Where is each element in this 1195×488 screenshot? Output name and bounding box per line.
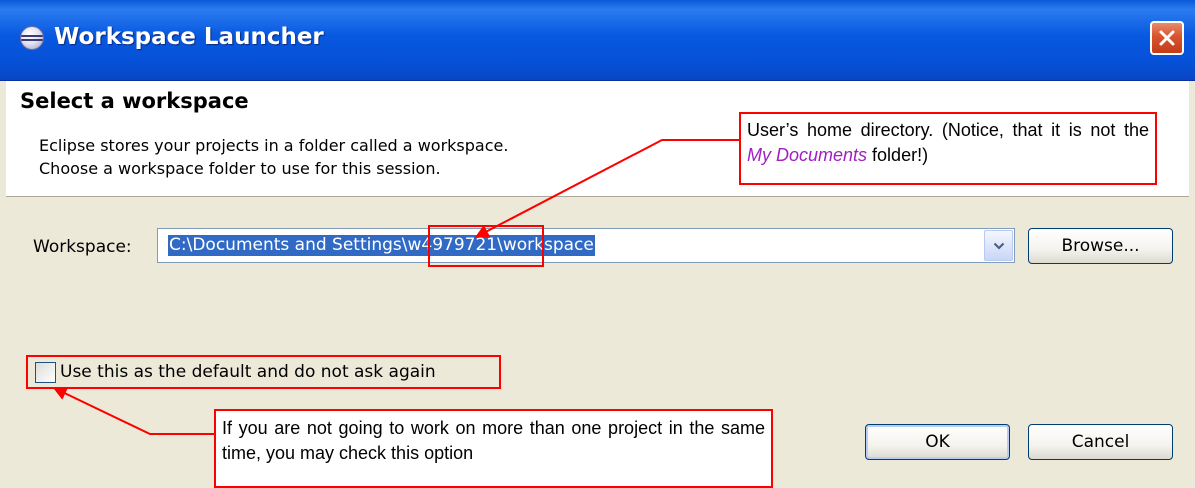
- default-option-callout: If you are not going to work on more tha…: [214, 409, 773, 488]
- close-icon: [1159, 30, 1175, 46]
- title-bar[interactable]: Workspace Launcher: [0, 0, 1195, 81]
- eclipse-icon: [20, 26, 44, 50]
- close-button[interactable]: [1150, 21, 1184, 55]
- workspace-dropdown-button[interactable]: [984, 230, 1013, 261]
- my-documents-emphasis: My Documents: [747, 145, 868, 165]
- description-line-1: Eclipse stores your projects in a folder…: [39, 136, 509, 155]
- username-highlight: [428, 225, 544, 267]
- chevron-down-icon: [993, 242, 1005, 250]
- browse-button[interactable]: Browse...: [1028, 228, 1173, 264]
- description-line-2: Choose a workspace folder to use for thi…: [39, 159, 441, 178]
- header-description: Eclipse stores your projects in a folder…: [39, 134, 508, 180]
- page-title: Select a workspace: [20, 89, 249, 113]
- checkbox-highlight: [26, 355, 501, 389]
- home-directory-callout: User’s home directory. (Notice, that it …: [739, 112, 1157, 185]
- workspace-launcher-dialog: Workspace Launcher Select a workspace Ec…: [0, 0, 1195, 488]
- cancel-button[interactable]: Cancel: [1028, 424, 1173, 460]
- default-hint-arrow: [52, 387, 214, 435]
- workspace-combo[interactable]: C:\Documents and Settings\w4979721\works…: [157, 228, 1015, 263]
- window-title: Workspace Launcher: [54, 24, 324, 50]
- ok-button[interactable]: OK: [865, 424, 1010, 460]
- workspace-label: Workspace:: [33, 237, 132, 257]
